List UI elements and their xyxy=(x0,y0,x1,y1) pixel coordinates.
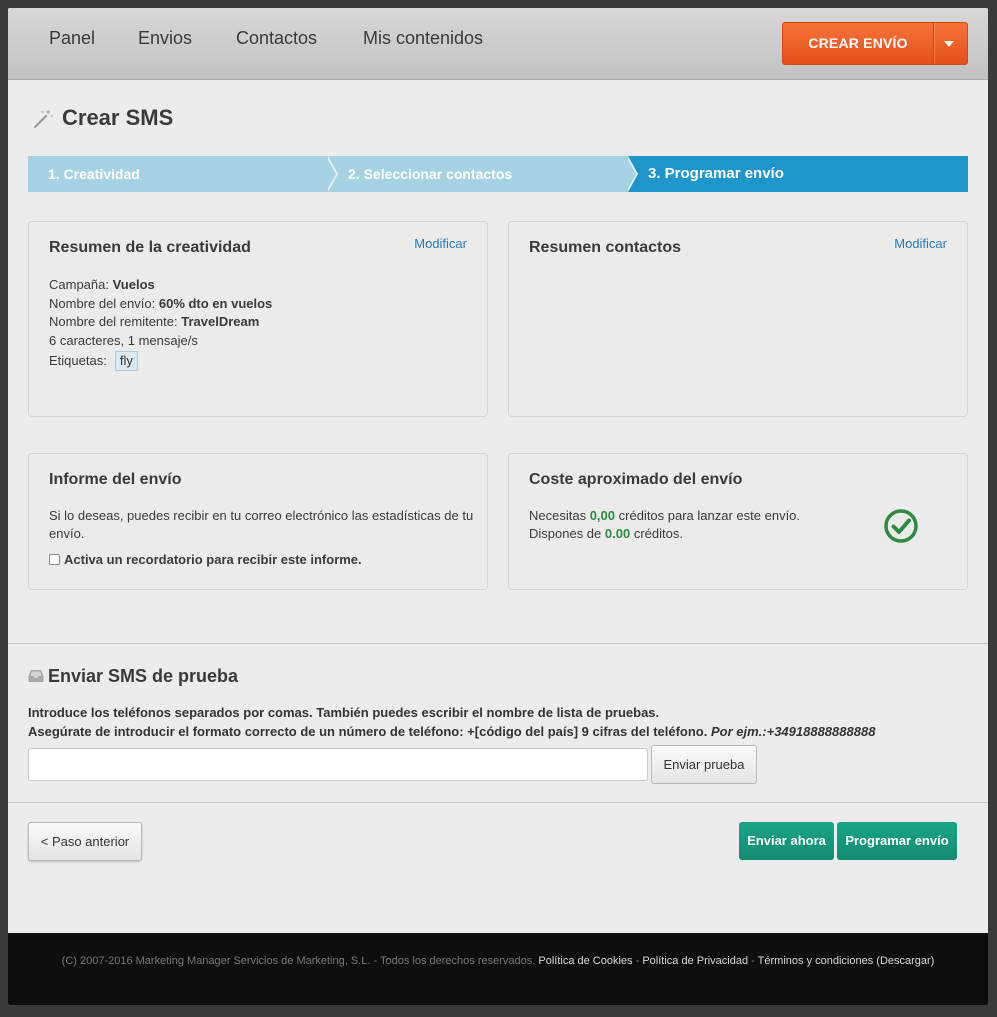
creative-details: Campaña: Vuelos Nombre del envío: 60% dt… xyxy=(49,276,272,371)
card-title: Resumen contactos xyxy=(529,239,682,256)
step-label: 3. Programar envío xyxy=(648,165,784,182)
modify-contacts-link[interactable]: Modificar xyxy=(894,236,947,251)
footer-text: (C) 2007-2016 Marketing Manager Servicio… xyxy=(8,955,988,967)
terms-link[interactable]: Términos y condiciones (Descargar) xyxy=(758,955,935,967)
cost-available-post: créditos. xyxy=(633,526,683,541)
card-title: Resumen de la creatividad xyxy=(49,239,251,256)
tag-badge: fly xyxy=(114,350,138,371)
contacts-summary-card: Resumen contactos Modificar xyxy=(508,221,968,417)
send-name-value: 60% dto en vuelos xyxy=(158,295,273,311)
reminder-checkbox[interactable] xyxy=(49,554,60,565)
previous-step-button[interactable]: < Paso anterior xyxy=(28,822,142,861)
section-divider xyxy=(8,802,988,803)
sender-value: TravelDream xyxy=(181,314,260,330)
campaign-label: Campaña: xyxy=(49,277,109,292)
step-seleccionar-contactos[interactable]: 2. Seleccionar contactos xyxy=(328,156,628,192)
footer-separator: - xyxy=(632,955,643,967)
wizard-stepper: 1. Creatividad 2. Seleccionar contactos … xyxy=(28,156,968,192)
privacy-policy-link[interactable]: Política de Privacidad xyxy=(642,955,748,967)
app-frame: Panel Envios Contactos Mis contenidos CR… xyxy=(8,8,988,1005)
magic-wand-icon xyxy=(33,110,53,129)
check-circle-icon xyxy=(884,509,918,543)
report-description: Si lo deseas, puedes recibir en tu corre… xyxy=(49,508,474,541)
cost-needed-pre: Necesitas xyxy=(529,508,587,523)
cookies-policy-link[interactable]: Política de Cookies xyxy=(538,955,632,967)
cost-card: Coste aproximado del envío Necesitas 0,0… xyxy=(508,453,968,590)
cost-details: Necesitas 0,00 créditos para lanzar este… xyxy=(529,507,800,543)
footer-separator: - xyxy=(748,955,758,967)
reminder-label: Activa un recordatorio para recibir este… xyxy=(64,552,362,567)
section-divider xyxy=(8,643,988,644)
modify-creative-link[interactable]: Modificar xyxy=(414,236,467,251)
report-card: Informe del envío Si lo deseas, puedes r… xyxy=(28,453,488,590)
nav-panel[interactable]: Panel xyxy=(49,28,95,49)
nav-mis-contenidos[interactable]: Mis contenidos xyxy=(363,28,483,49)
credits-available: 0.00 xyxy=(604,526,631,541)
footer: (C) 2007-2016 Marketing Manager Servicio… xyxy=(8,933,988,1005)
test-section-title: Enviar SMS de prueba xyxy=(48,666,239,686)
credits-needed: 0,00 xyxy=(589,508,616,523)
send-now-button[interactable]: Enviar ahora xyxy=(739,822,834,860)
card-title: Coste aproximado del envío xyxy=(529,471,743,488)
test-desc-example: Por ejm.:+34918888888888 xyxy=(710,723,876,739)
test-desc-line1: Introduce los teléfonos separados por co… xyxy=(28,705,660,720)
step-label: 2. Seleccionar contactos xyxy=(348,166,513,182)
nav-contactos[interactable]: Contactos xyxy=(236,28,317,49)
step-programar-envio[interactable]: 3. Programar envío xyxy=(628,156,968,192)
tray-icon xyxy=(28,670,44,682)
cost-needed-post: créditos para lanzar este envío. xyxy=(618,508,801,523)
card-title: Informe del envío xyxy=(49,471,182,488)
step-label: 1. Creatividad xyxy=(48,166,140,182)
step-creatividad[interactable]: 1. Creatividad xyxy=(28,156,328,192)
creative-summary-card: Resumen de la creatividad Modificar Camp… xyxy=(28,221,488,417)
test-desc-line2: Asegúrate de introducir el formato corre… xyxy=(28,723,708,739)
button-separator xyxy=(933,23,934,64)
campaign-value: Vuelos xyxy=(112,277,155,292)
send-name-label: Nombre del envío: xyxy=(49,295,156,311)
tags-label: Etiquetas: xyxy=(49,352,107,368)
create-send-label: CREAR ENVÍO xyxy=(808,35,908,51)
step-arrow xyxy=(626,156,636,192)
report-reminder[interactable]: Activa un recordatorio para recibir este… xyxy=(49,552,362,567)
top-navigation: Panel Envios Contactos Mis contenidos CR… xyxy=(8,8,988,80)
schedule-send-button[interactable]: Programar envío xyxy=(837,822,957,860)
step-arrow xyxy=(326,156,336,192)
copyright: (C) 2007-2016 Marketing Manager Servicio… xyxy=(61,955,536,967)
cost-available-pre: Dispones de xyxy=(529,526,602,541)
create-send-button[interactable]: CREAR ENVÍO xyxy=(782,22,968,65)
test-phone-input[interactable] xyxy=(28,748,648,781)
sender-label: Nombre del remitente: xyxy=(49,314,178,330)
nav-envios[interactable]: Envios xyxy=(138,28,192,49)
caret-down-icon[interactable] xyxy=(944,41,954,47)
page-title: Crear SMS xyxy=(62,105,174,130)
characters-line: 6 caracteres, 1 mensaje/s xyxy=(49,333,198,349)
test-description: Introduce los teléfonos separados por co… xyxy=(28,704,875,741)
send-test-button[interactable]: Enviar prueba xyxy=(651,745,757,784)
